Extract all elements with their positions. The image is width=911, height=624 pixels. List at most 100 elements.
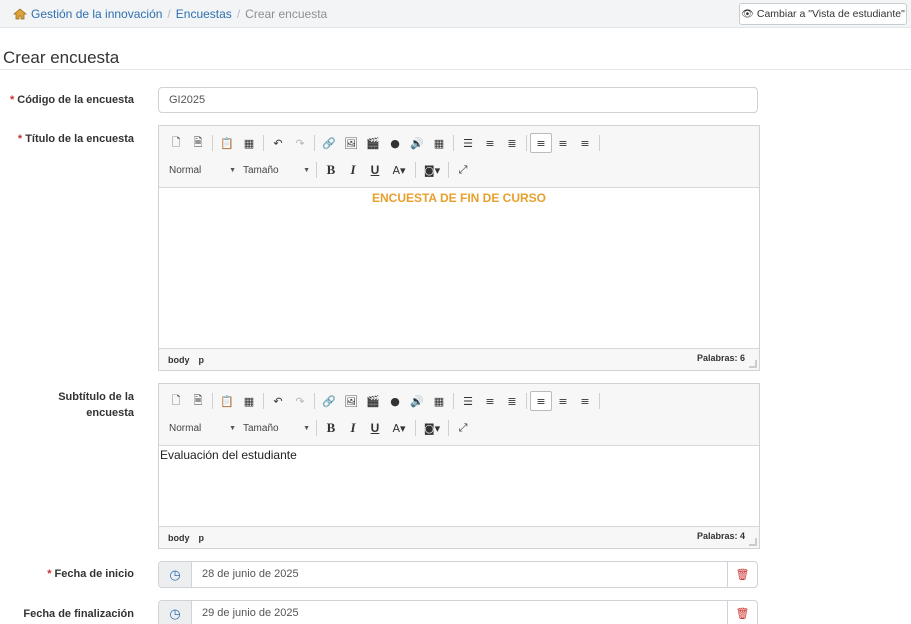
background-color-icon[interactable]: ◙▾	[419, 418, 445, 438]
align-right-icon[interactable]: ≡	[574, 133, 596, 153]
chevron-down-icon: ▼	[229, 424, 236, 432]
element-path: body p	[168, 355, 213, 365]
chevron-down-icon: ▼	[303, 424, 310, 432]
student-view-button[interactable]: 👁 Cambiar a "Vista de estudiante"	[739, 3, 907, 25]
maximize-icon[interactable]: ⤢	[452, 418, 474, 438]
video-icon[interactable]: 🎬	[362, 391, 384, 411]
redo-icon[interactable]: ↷	[289, 391, 311, 411]
editor-statusbar: body p Palabras: 4	[159, 526, 759, 548]
code-input[interactable]: GI2025	[158, 87, 758, 113]
text-color-icon[interactable]: A▾	[386, 160, 412, 180]
new-page-icon[interactable]: 🗋	[165, 391, 187, 411]
title-editor-content[interactable]: ENCUESTA DE FIN DE CURSO	[159, 188, 759, 348]
align-left-icon[interactable]: ≡	[530, 133, 552, 153]
resize-grip-icon[interactable]	[749, 538, 757, 546]
path-body[interactable]: body	[168, 533, 190, 543]
underline-icon[interactable]: U	[364, 160, 386, 180]
editor-toolbar: 🗋 🗎 📋 ▦ ↶ ↷ 🔗 🖼 🎬 ● 🔊 ▦ ☰ ≡ ≣ ≡ ≡ ≡ Norm…	[159, 384, 759, 446]
background-color-icon[interactable]: ◙▾	[419, 160, 445, 180]
italic-icon[interactable]: I	[342, 418, 364, 438]
word-count: Palabras: 4	[696, 531, 745, 541]
align-left-icon[interactable]: ≡	[530, 391, 552, 411]
underline-icon[interactable]: U	[364, 418, 386, 438]
bold-icon[interactable]: B	[320, 418, 342, 438]
chevron-down-icon: ▼	[229, 166, 236, 174]
size-combo[interactable]: Tamaño ▼	[239, 418, 313, 438]
size-combo[interactable]: Tamaño ▼	[239, 160, 313, 180]
subtitle-editor[interactable]: 🗋 🗎 📋 ▦ ↶ ↷ 🔗 🖼 🎬 ● 🔊 ▦ ☰ ≡ ≣ ≡ ≡ ≡ Norm…	[158, 383, 760, 549]
eye-icon: 👁	[741, 8, 754, 20]
title-divider	[0, 69, 911, 70]
title-editor[interactable]: 🗋 🗎 📋 ▦ ↶ ↷ 🔗 🖼 🎬 ● 🔊 ▦ ☰ ≡ ≣ ≡ ≡ ≡ Norm…	[158, 125, 760, 371]
start-date-label: * Fecha de inicio	[47, 568, 134, 580]
horizontal-rule-icon[interactable]: ≣	[501, 391, 523, 411]
breadcrumb-current: Crear encuesta	[245, 7, 328, 21]
start-date-input[interactable]: 28 de junio de 2025	[192, 562, 727, 587]
student-view-label: Cambiar a "Vista de estudiante"	[756, 8, 905, 20]
clock-icon[interactable]: ◷	[159, 562, 192, 587]
redo-icon[interactable]: ↷	[289, 133, 311, 153]
subtitle-label: Subtítulo de la encuesta	[58, 391, 134, 419]
subtitle-content-text: Evaluación del estudiante	[160, 448, 297, 462]
end-date-input[interactable]: 29 de junio de 2025	[192, 601, 727, 624]
subtitle-editor-content[interactable]: Evaluación del estudiante	[159, 446, 759, 526]
link-icon[interactable]: 🔗	[318, 133, 340, 153]
maximize-icon[interactable]: ⤢	[452, 160, 474, 180]
bold-icon[interactable]: B	[320, 160, 342, 180]
bulleted-list-icon[interactable]: ☰	[457, 391, 479, 411]
trash-icon[interactable]: 🗑	[727, 562, 757, 587]
home-icon[interactable]	[12, 8, 28, 20]
trash-icon[interactable]: 🗑	[727, 601, 757, 624]
text-color-icon[interactable]: A▾	[386, 418, 412, 438]
element-path: body p	[168, 533, 213, 543]
breadcrumb-separator: /	[236, 7, 241, 21]
breadcrumb-link-surveys[interactable]: Encuestas	[176, 7, 232, 21]
image-icon[interactable]: 🖼	[340, 391, 362, 411]
flash-icon[interactable]: ●	[384, 133, 406, 153]
audio-icon[interactable]: 🔊	[406, 391, 428, 411]
video-icon[interactable]: 🎬	[362, 133, 384, 153]
path-p[interactable]: p	[199, 355, 205, 365]
format-combo[interactable]: Normal ▼	[165, 160, 239, 180]
required-mark: *	[17, 133, 23, 145]
template-icon[interactable]: 🗎	[187, 391, 209, 411]
align-center-icon[interactable]: ≡	[552, 133, 574, 153]
title-label: * Título de la encuesta	[17, 133, 134, 145]
path-p[interactable]: p	[199, 533, 205, 543]
table-icon[interactable]: ▦	[428, 391, 450, 411]
undo-icon[interactable]: ↶	[267, 133, 289, 153]
horizontal-rule-icon[interactable]: ≣	[501, 133, 523, 153]
bulleted-list-icon[interactable]: ☰	[457, 133, 479, 153]
italic-icon[interactable]: I	[342, 160, 364, 180]
end-date-label: Fecha de finalización	[23, 608, 134, 620]
undo-icon[interactable]: ↶	[267, 391, 289, 411]
start-date-group: ◷ 28 de junio de 2025 🗑	[158, 561, 758, 588]
table-icon[interactable]: ▦	[428, 133, 450, 153]
paste-from-word-icon[interactable]: ▦	[238, 391, 260, 411]
paste-icon[interactable]: 📋	[216, 133, 238, 153]
editor-toolbar: 🗋 🗎 📋 ▦ ↶ ↷ 🔗 🖼 🎬 ● 🔊 ▦ ☰ ≡ ≣ ≡ ≡ ≡ Norm…	[159, 126, 759, 188]
clock-icon[interactable]: ◷	[159, 601, 192, 624]
align-center-icon[interactable]: ≡	[552, 391, 574, 411]
breadcrumb: Gestión de la innovación / Encuestas / C…	[12, 7, 328, 21]
template-icon[interactable]: 🗎	[187, 133, 209, 153]
end-date-group: ◷ 29 de junio de 2025 🗑	[158, 600, 758, 624]
numbered-list-icon[interactable]: ≡	[479, 133, 501, 153]
new-page-icon[interactable]: 🗋	[165, 133, 187, 153]
paste-from-word-icon[interactable]: ▦	[238, 133, 260, 153]
format-combo[interactable]: Normal ▼	[165, 418, 239, 438]
align-right-icon[interactable]: ≡	[574, 391, 596, 411]
path-body[interactable]: body	[168, 355, 190, 365]
breadcrumb-separator: /	[167, 7, 171, 21]
link-icon[interactable]: 🔗	[318, 391, 340, 411]
paste-icon[interactable]: 📋	[216, 391, 238, 411]
audio-icon[interactable]: 🔊	[406, 133, 428, 153]
image-icon[interactable]: 🖼	[340, 133, 362, 153]
required-mark: *	[9, 94, 15, 106]
resize-grip-icon[interactable]	[749, 360, 757, 368]
breadcrumb-bar: Gestión de la innovación / Encuestas / C…	[0, 0, 911, 28]
numbered-list-icon[interactable]: ≡	[479, 391, 501, 411]
flash-icon[interactable]: ●	[384, 391, 406, 411]
code-label: * Código de la encuesta	[9, 94, 134, 106]
breadcrumb-link-innovation[interactable]: Gestión de la innovación	[31, 7, 162, 21]
